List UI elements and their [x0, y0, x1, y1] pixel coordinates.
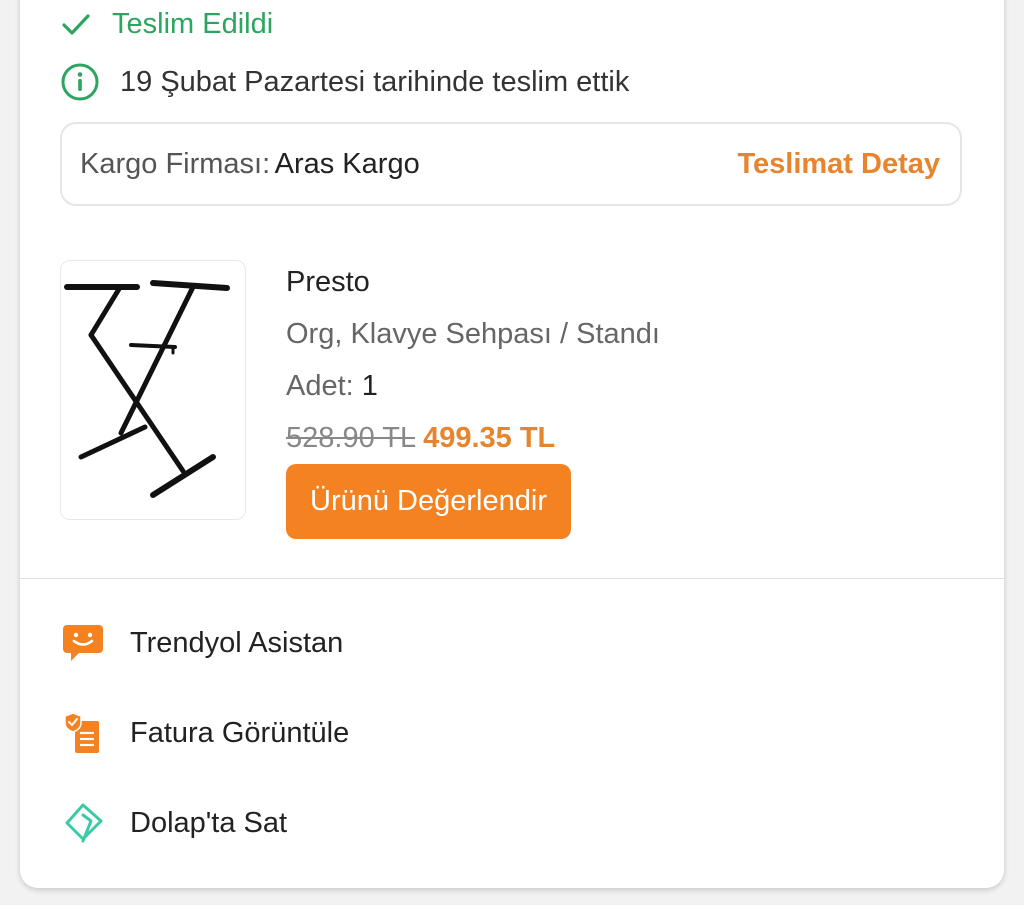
delivery-info: 19 Şubat Pazartesi tarihinde teslim etti… [60, 60, 629, 104]
cargo-company: Kargo Firması: Aras Kargo [80, 148, 420, 181]
delivery-info-text: 19 Şubat Pazartesi tarihinde teslim etti… [120, 65, 630, 98]
old-price: 528.90 TL [286, 422, 415, 454]
new-price: 499.35 TL [423, 422, 556, 454]
info-icon [61, 63, 99, 101]
divider [20, 578, 1004, 579]
quantity-label: Adet: [286, 370, 354, 402]
delivery-status-text: Teslim Edildi [112, 7, 274, 40]
keyboard-stand-image [64, 280, 230, 498]
assistant-chat-icon [60, 620, 106, 666]
cargo-company-name: Aras Kargo [274, 147, 420, 180]
menu-item-label: Fatura Görüntüle [130, 716, 350, 749]
product-quantity: Adet: 1 [286, 364, 660, 408]
menu-item-dolapta-sat[interactable]: Dolap'ta Sat [60, 793, 287, 853]
product-name[interactable]: Org, Klavye Sehpası / Standı [286, 312, 660, 356]
menu-item-label: Trendyol Asistan [130, 626, 344, 659]
delivery-detail-link[interactable]: Teslimat Detay [737, 148, 940, 181]
checkmark-icon [62, 14, 90, 35]
menu-item-fatura-goruntule[interactable]: Fatura Görüntüle [60, 703, 349, 763]
dolap-tag-icon [60, 800, 106, 846]
product-info: Presto Org, Klavye Sehpası / Standı Adet… [286, 260, 660, 460]
rate-product-button[interactable]: Ürünü Değerlendir [286, 464, 571, 539]
menu-item-label: Dolap'ta Sat [130, 806, 288, 839]
product-image[interactable] [60, 260, 246, 520]
delivery-status: Teslim Edildi [60, 2, 273, 46]
product-brand: Presto [286, 266, 370, 298]
menu-item-trendyol-asistan[interactable]: Trendyol Asistan [60, 613, 343, 673]
cargo-box: Kargo Firması: Aras Kargo Teslimat Detay [60, 122, 962, 206]
invoice-icon [60, 710, 106, 756]
order-card: Teslim Edildi 19 Şubat Pazartesi tarihin… [20, 0, 1004, 888]
cargo-label: Kargo Firması: [80, 147, 271, 180]
quantity-value: 1 [361, 370, 378, 402]
product-prices: 528.90 TL 499.35 TL [286, 416, 660, 460]
